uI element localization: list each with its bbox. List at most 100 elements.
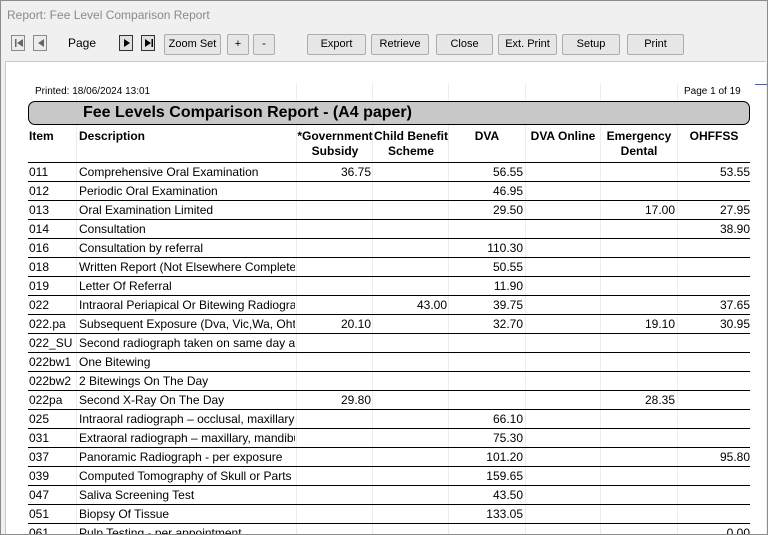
cell-dva: 43.50: [492, 488, 523, 502]
cell-desc: One Bitewing: [79, 355, 151, 369]
header-description: Description: [79, 129, 146, 143]
cell-dva: 159.65: [486, 469, 523, 483]
cell-desc: Consultation by referral: [79, 241, 204, 255]
table-row: 019 Letter Of Referral 11.90: [1, 277, 761, 296]
table-row: 061 Pulp Testing - per appointment 0.00: [1, 524, 761, 535]
cell-desc: Biopsy Of Tissue: [79, 507, 170, 521]
cell-ohf: 38.90: [719, 222, 750, 236]
cell-desc: Intraoral Periapical Or Bitewing Radiogr…: [79, 298, 295, 312]
cell-desc: Consultation: [79, 222, 146, 236]
cell-item: 022_SU: [29, 336, 73, 350]
cell-desc: Subsequent Exposure (Dva, Vic,Wa, Oht): [79, 317, 295, 331]
header-ohffss: OHFFSS: [689, 129, 739, 143]
cell-item: 037: [29, 450, 50, 464]
cell-dva: 56.55: [492, 165, 523, 179]
header-emergency-dental: Emergency Dental Scheme: [606, 129, 672, 158]
cell-dva: 29.50: [492, 203, 523, 217]
table-row: 011 Comprehensive Oral Examination 36.75 56…: [1, 163, 761, 182]
cell-eds: 28.35: [644, 393, 675, 407]
cell-item: 022bw1: [29, 355, 72, 369]
table-row: 025 Intraoral radiograph – occlusal, maxi…: [1, 410, 761, 429]
cell-desc: Oral Examination Limited: [79, 203, 214, 217]
cell-item: 018: [29, 260, 50, 274]
table-row: 039 Computed Tomography of Skull or Parts…: [1, 467, 761, 486]
table-row: 022 Intraoral Periapical Or Bitewing Radi…: [1, 296, 761, 315]
cell-item: 031: [29, 431, 50, 445]
cell-desc: Second radiograph taken on same day as: [79, 336, 295, 350]
toolbar: Page Zoom Set + - Export Retrieve Close …: [1, 33, 767, 57]
table-row: 022pa Second X-Ray On The Day 29.80 28.35: [1, 391, 761, 410]
first-page-icon[interactable]: [11, 35, 25, 51]
zoom-in-button[interactable]: +: [227, 34, 249, 55]
print-button[interactable]: Print: [627, 34, 684, 55]
table-row: 037 Panoramic Radiograph - per exposure 10…: [1, 448, 761, 467]
next-page-icon[interactable]: [119, 35, 133, 51]
cell-gov: 36.75: [340, 165, 371, 179]
printed-date: Printed: 18/06/2024 13:01: [35, 86, 151, 97]
cell-item: 039: [29, 469, 50, 483]
cell-dva: 46.95: [492, 184, 523, 198]
cell-cbs: 43.00: [416, 298, 447, 312]
cell-dva: 50.55: [492, 260, 523, 274]
cell-gov: 20.10: [340, 317, 371, 331]
setup-button[interactable]: Setup: [562, 34, 620, 55]
cell-ohf: 27.95: [719, 203, 750, 217]
header-child-benefit: Child Benefit Scheme: [374, 129, 448, 158]
page-label: Page: [68, 36, 97, 50]
table-row: 022bw2 2 Bitewings On The Day: [1, 372, 761, 391]
cell-item: 022bw2: [29, 374, 72, 388]
cell-item: 019: [29, 279, 50, 293]
cell-gov: 29.80: [340, 393, 371, 407]
cell-desc: Written Report (Not Elsewhere Completed): [79, 260, 295, 274]
retrieve-button[interactable]: Retrieve: [371, 34, 429, 55]
cell-item: 016: [29, 241, 50, 255]
table-row: 022_SU Second radiograph taken on same da…: [1, 334, 761, 353]
header-dva-online: DVA Online: [530, 129, 596, 143]
table-row: 022.pa Subsequent Exposure (Dva, Vic,Wa, …: [1, 315, 761, 334]
cell-item: 047: [29, 488, 50, 502]
cell-desc: Letter Of Referral: [79, 279, 172, 293]
table-row: 047 Saliva Screening Test 43.50: [1, 486, 761, 505]
table-row: 016 Consultation by referral 110.30: [1, 239, 761, 258]
cell-ohf: 53.55: [719, 165, 750, 179]
cell-item: 014: [29, 222, 50, 236]
cell-dva: 32.70: [492, 317, 523, 331]
window-title: Report: Fee Level Comparison Report: [7, 8, 210, 22]
close-button[interactable]: Close: [436, 34, 493, 55]
last-page-icon[interactable]: [141, 35, 155, 51]
zoom-set-button[interactable]: Zoom Set: [164, 34, 221, 55]
report-window: Report: Fee Level Comparison Report Page…: [0, 0, 768, 535]
header-dva: DVA: [474, 129, 500, 143]
table-row: 051 Biopsy Of Tissue 133.05: [1, 505, 761, 524]
table-row: 014 Consultation 38.90: [1, 220, 761, 239]
table-row: 012 Periodic Oral Examination 46.95: [1, 182, 761, 201]
cell-desc: Extraoral radiograph – maxillary, mandib…: [79, 431, 295, 445]
cell-desc: Computed Tomography of Skull or Parts: [79, 469, 292, 483]
cell-item: 022: [29, 298, 50, 312]
prev-page-icon[interactable]: [33, 35, 47, 51]
cell-dva: 39.75: [492, 298, 523, 312]
cell-dva: 101.20: [486, 450, 523, 464]
cell-dva: 11.90: [493, 279, 523, 293]
cell-ohf: 95.80: [719, 450, 750, 464]
table-row: 018 Written Report (Not Elsewhere Complet…: [1, 258, 761, 277]
cell-ohf: 30.95: [719, 317, 750, 331]
cell-item: 061: [29, 526, 50, 535]
header-government-subsidy: *Government Subsidy (NSW): [297, 129, 373, 158]
cell-eds: 19.10: [644, 317, 675, 331]
cell-dva: 66.10: [492, 412, 523, 426]
page-edge-marker: [755, 84, 767, 85]
cell-desc: Saliva Screening Test: [79, 488, 195, 502]
cell-desc: Periodic Oral Examination: [79, 184, 218, 198]
header-item: Item: [29, 129, 54, 143]
zoom-out-button[interactable]: -: [253, 34, 275, 55]
table-row: 031 Extraoral radiograph – maxillary, ma…: [1, 429, 761, 448]
table-row: 013 Oral Examination Limited 29.50 17.00 27.…: [1, 201, 761, 220]
cell-item: 022pa: [29, 393, 63, 407]
cell-desc: Panoramic Radiograph - per exposure: [79, 450, 283, 464]
cell-item: 011: [29, 165, 49, 179]
cell-item: 022.pa: [29, 317, 66, 331]
cell-item: 013: [29, 203, 50, 217]
export-button[interactable]: Export: [307, 34, 366, 55]
ext-print-button[interactable]: Ext. Print: [498, 34, 557, 55]
